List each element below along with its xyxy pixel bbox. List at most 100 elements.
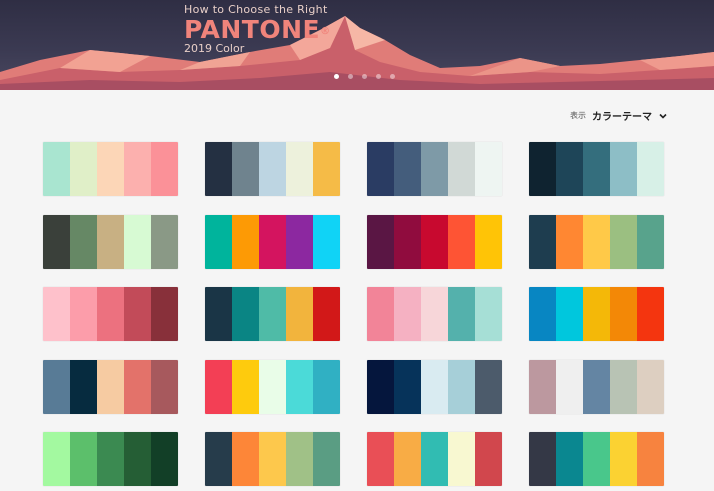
- color-swatch[interactable]: [583, 214, 610, 269]
- color-swatch[interactable]: [448, 432, 475, 486]
- color-swatch[interactable]: [475, 287, 502, 341]
- color-swatch[interactable]: [232, 359, 259, 414]
- color-swatch[interactable]: [610, 359, 637, 414]
- color-swatch[interactable]: [529, 359, 556, 414]
- color-swatch[interactable]: [286, 432, 313, 486]
- color-swatch[interactable]: [394, 359, 421, 414]
- color-swatch[interactable]: [97, 432, 124, 486]
- color-swatch[interactable]: [97, 287, 124, 341]
- color-swatch[interactable]: [475, 359, 502, 414]
- color-swatch[interactable]: [124, 359, 151, 414]
- color-swatch[interactable]: [259, 214, 286, 269]
- color-swatch[interactable]: [583, 142, 610, 196]
- color-swatch[interactable]: [124, 432, 151, 486]
- color-swatch[interactable]: [610, 287, 637, 341]
- color-swatch[interactable]: [43, 287, 70, 341]
- palette-card[interactable]: [205, 359, 340, 414]
- color-swatch[interactable]: [286, 214, 313, 269]
- palette-card[interactable]: [367, 287, 502, 341]
- carousel-dot[interactable]: [390, 74, 395, 79]
- palette-card[interactable]: [367, 432, 502, 486]
- color-swatch[interactable]: [637, 287, 664, 341]
- color-swatch[interactable]: [286, 142, 313, 196]
- carousel-dot[interactable]: [334, 74, 339, 79]
- color-swatch[interactable]: [394, 287, 421, 341]
- color-swatch[interactable]: [556, 432, 583, 486]
- color-swatch[interactable]: [43, 432, 70, 486]
- color-swatch[interactable]: [205, 287, 232, 341]
- color-swatch[interactable]: [610, 432, 637, 486]
- palette-card[interactable]: [529, 214, 664, 269]
- color-swatch[interactable]: [43, 142, 70, 196]
- palette-card[interactable]: [205, 142, 340, 196]
- color-swatch[interactable]: [448, 287, 475, 341]
- color-swatch[interactable]: [529, 142, 556, 196]
- color-swatch[interactable]: [367, 214, 394, 269]
- color-swatch[interactable]: [70, 214, 97, 269]
- carousel-dot[interactable]: [362, 74, 367, 79]
- color-swatch[interactable]: [421, 432, 448, 486]
- color-swatch[interactable]: [556, 287, 583, 341]
- color-swatch[interactable]: [205, 432, 232, 486]
- color-swatch[interactable]: [205, 142, 232, 196]
- color-swatch[interactable]: [97, 214, 124, 269]
- color-swatch[interactable]: [421, 359, 448, 414]
- color-swatch[interactable]: [367, 432, 394, 486]
- color-swatch[interactable]: [151, 142, 178, 196]
- color-swatch[interactable]: [421, 214, 448, 269]
- color-swatch[interactable]: [313, 432, 340, 486]
- color-swatch[interactable]: [259, 287, 286, 341]
- color-swatch[interactable]: [529, 287, 556, 341]
- palette-card[interactable]: [367, 359, 502, 414]
- palette-card[interactable]: [205, 214, 340, 269]
- color-swatch[interactable]: [259, 142, 286, 196]
- carousel-dot[interactable]: [348, 74, 353, 79]
- palette-card[interactable]: [43, 432, 178, 486]
- display-selector[interactable]: 表示 カラーテーマ: [570, 108, 668, 123]
- color-swatch[interactable]: [448, 142, 475, 196]
- color-swatch[interactable]: [286, 359, 313, 414]
- color-swatch[interactable]: [232, 287, 259, 341]
- color-swatch[interactable]: [637, 214, 664, 269]
- color-swatch[interactable]: [97, 359, 124, 414]
- chevron-down-icon[interactable]: [658, 111, 668, 121]
- color-swatch[interactable]: [232, 142, 259, 196]
- color-swatch[interactable]: [637, 432, 664, 486]
- color-swatch[interactable]: [259, 359, 286, 414]
- color-swatch[interactable]: [205, 359, 232, 414]
- color-swatch[interactable]: [394, 432, 421, 486]
- palette-card[interactable]: [529, 142, 664, 196]
- palette-card[interactable]: [529, 432, 664, 486]
- color-swatch[interactable]: [70, 287, 97, 341]
- color-swatch[interactable]: [475, 142, 502, 196]
- color-swatch[interactable]: [421, 287, 448, 341]
- hero-banner[interactable]: How to Choose the Right PANTONE® 2019 Co…: [0, 0, 714, 90]
- color-swatch[interactable]: [583, 432, 610, 486]
- color-swatch[interactable]: [367, 287, 394, 341]
- color-swatch[interactable]: [232, 432, 259, 486]
- color-swatch[interactable]: [610, 214, 637, 269]
- color-swatch[interactable]: [151, 214, 178, 269]
- color-swatch[interactable]: [448, 214, 475, 269]
- color-swatch[interactable]: [43, 359, 70, 414]
- color-swatch[interactable]: [637, 142, 664, 196]
- color-swatch[interactable]: [259, 432, 286, 486]
- color-swatch[interactable]: [232, 214, 259, 269]
- color-swatch[interactable]: [583, 287, 610, 341]
- color-swatch[interactable]: [637, 359, 664, 414]
- color-swatch[interactable]: [583, 359, 610, 414]
- color-swatch[interactable]: [124, 142, 151, 196]
- palette-card[interactable]: [205, 287, 340, 341]
- color-swatch[interactable]: [394, 142, 421, 196]
- color-swatch[interactable]: [475, 432, 502, 486]
- color-swatch[interactable]: [124, 214, 151, 269]
- color-swatch[interactable]: [124, 287, 151, 341]
- palette-card[interactable]: [367, 142, 502, 196]
- color-swatch[interactable]: [367, 359, 394, 414]
- palette-card[interactable]: [43, 359, 178, 414]
- color-swatch[interactable]: [151, 287, 178, 341]
- color-swatch[interactable]: [394, 214, 421, 269]
- color-swatch[interactable]: [70, 142, 97, 196]
- color-swatch[interactable]: [151, 432, 178, 486]
- color-swatch[interactable]: [313, 214, 340, 269]
